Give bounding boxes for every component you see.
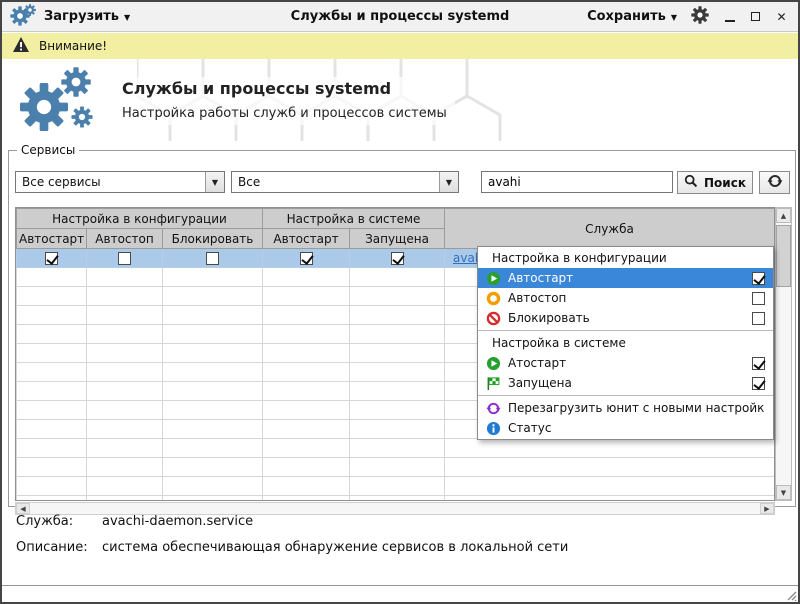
titlebar[interactable]: Загрузить ▼ Службы и процессы systemd Со… [2, 2, 798, 32]
table-row-empty [17, 458, 775, 477]
table-row-empty [17, 477, 775, 496]
group-header-system: Настройка в системе [263, 209, 445, 229]
stop-icon [486, 291, 501, 306]
menu-checkbox-autostart[interactable] [752, 272, 765, 285]
menu-section-system: Настройка в системе [478, 333, 773, 353]
play-icon [486, 356, 501, 371]
maximize-button[interactable] [749, 10, 762, 23]
refresh-icon [767, 173, 783, 192]
menu-checkbox-autostop[interactable] [752, 292, 765, 305]
checkbox-config-block[interactable] [206, 252, 219, 265]
vertical-scrollbar[interactable]: ▲ ▼ [775, 207, 792, 501]
app-gears-icon [10, 3, 36, 31]
resize-grip[interactable] [785, 589, 797, 601]
close-button[interactable]: ✕ [775, 10, 788, 23]
services-legend: Сервисы [17, 143, 79, 157]
warning-icon [12, 36, 30, 56]
menu-item-system-autostart[interactable]: Атостарт [478, 353, 773, 373]
column-header-service: Служба [445, 209, 775, 249]
menu-item-status[interactable]: Статус [478, 418, 773, 438]
menu-section-config: Настройка в конфигурации [478, 248, 773, 268]
column-header: Запущена [350, 229, 445, 249]
menu-checkbox-system-running[interactable] [752, 377, 765, 390]
page-subtitle: Настройка работы служб и процессов систе… [122, 106, 447, 121]
scroll-left-icon[interactable]: ◀ [16, 503, 30, 514]
play-icon [486, 271, 501, 286]
table-row-empty [17, 496, 775, 502]
refresh-button[interactable] [759, 171, 790, 194]
minimize-button[interactable] [723, 10, 736, 23]
menu-item-system-running[interactable]: Запущена [478, 373, 773, 393]
app-window: Загрузить ▼ Службы и процессы systemd Со… [0, 0, 800, 604]
search-button[interactable]: Поиск [677, 171, 753, 194]
menu-item-config-autostop[interactable]: Автостоп [478, 288, 773, 308]
service-detail-label: Служба: [16, 514, 73, 529]
checkbox-system-autostart[interactable] [300, 252, 313, 265]
settings-gear-icon[interactable] [691, 6, 709, 28]
table-row-empty [17, 439, 775, 458]
chevron-down-icon[interactable]: ▼ [439, 172, 458, 192]
menu-checkbox-block[interactable] [752, 312, 765, 325]
description-detail-value: система обеспечивающая обнаружение серви… [102, 540, 568, 555]
scroll-up-icon[interactable]: ▲ [776, 208, 791, 223]
chevron-down-icon: ▼ [671, 13, 677, 22]
search-icon [684, 174, 698, 191]
checkered-flag-icon [486, 376, 501, 391]
menu-checkbox-system-autostart[interactable] [752, 357, 765, 370]
state-filter-combo[interactable]: Все ▼ [231, 171, 459, 193]
load-button[interactable]: Загрузить ▼ [44, 9, 130, 24]
page-title: Службы и процессы systemd [122, 79, 447, 98]
menu-separator [478, 330, 773, 331]
reload-icon [486, 401, 501, 416]
menu-item-config-block[interactable]: Блокировать [478, 308, 773, 328]
menu-item-config-autostart[interactable]: Автостарт [478, 268, 773, 288]
warning-banner: Внимание! [2, 33, 798, 59]
menu-separator [478, 395, 773, 396]
scroll-right-icon[interactable]: ▶ [760, 503, 774, 514]
app-header: Службы и процессы systemd Настройка рабо… [2, 59, 798, 141]
column-header: Автостарт [17, 229, 87, 249]
app-logo-gears-icon [16, 65, 100, 139]
context-menu: Настройка в конфигурации Автостарт Автос… [477, 246, 774, 440]
vertical-scrollbar-thumb[interactable] [776, 225, 791, 287]
menu-item-reload-unit[interactable]: Перезагрузить юнит с новыми настройками [478, 398, 773, 418]
save-button[interactable]: Сохранить ▼ [587, 9, 677, 24]
column-header: Автостоп [87, 229, 163, 249]
service-detail-value: avachi-daemon.service [102, 514, 253, 529]
group-header-config: Настройка в конфигурации [17, 209, 263, 229]
checkbox-system-running[interactable] [391, 252, 404, 265]
chevron-down-icon: ▼ [124, 13, 130, 22]
info-icon [486, 421, 501, 436]
chevron-down-icon[interactable]: ▼ [205, 172, 224, 192]
search-input[interactable] [481, 171, 673, 193]
description-detail-label: Описание: [16, 540, 88, 555]
column-header: Блокировать [163, 229, 263, 249]
service-filter-combo[interactable]: Все сервисы ▼ [15, 171, 225, 193]
block-icon [486, 311, 501, 326]
warning-text: Внимание! [39, 39, 107, 53]
checkbox-config-autostop[interactable] [118, 252, 131, 265]
checkbox-config-autostart[interactable] [45, 252, 58, 265]
scroll-down-icon[interactable]: ▼ [776, 485, 791, 500]
status-bar [2, 585, 798, 602]
column-header: Автостарт [263, 229, 350, 249]
